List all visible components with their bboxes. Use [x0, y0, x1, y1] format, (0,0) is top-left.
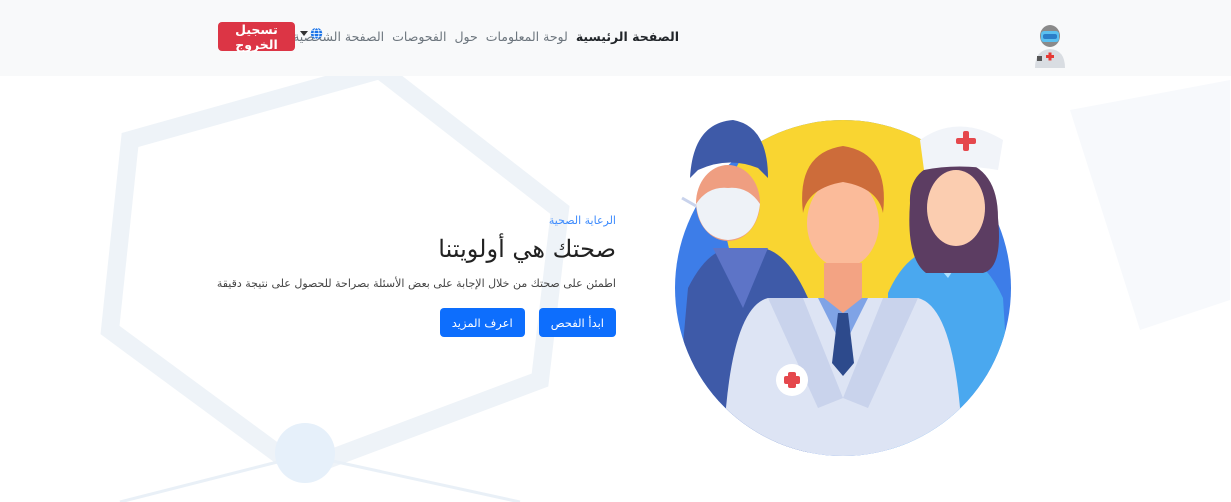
- hero-actions: ابدأ الفحص اعرف المزيد: [217, 308, 616, 337]
- start-test-button[interactable]: ابدأ الفحص: [538, 308, 616, 337]
- medical-staff-illustration: [668, 108, 1018, 458]
- nav-link-about[interactable]: حول: [450, 29, 481, 44]
- logout-button[interactable]: تسجيل الخروج: [218, 22, 295, 52]
- hero-headline: صحتك هي أولويتنا: [438, 235, 616, 263]
- nav-link-dashboard[interactable]: لوحة المعلومات: [482, 29, 572, 44]
- language-dropdown[interactable]: [300, 27, 323, 40]
- learn-more-button[interactable]: اعرف المزيد: [439, 308, 525, 337]
- navbar: الصفحة الرئيسية لوحة المعلومات حول الفحو…: [0, 0, 1231, 76]
- nav-links: الصفحة الرئيسية لوحة المعلومات حول الفحو…: [289, 29, 683, 44]
- globe-icon: [310, 27, 323, 40]
- nav-link-tests[interactable]: الفحوصات: [388, 29, 450, 44]
- hero-section: الرعاية الصحية صحتك هي أولويتنا اطمئن عل…: [217, 214, 616, 337]
- caret-down-icon: [300, 31, 308, 36]
- hero-eyebrow: الرعاية الصحية: [548, 214, 616, 227]
- hero-subtitle: اطمئن على صحتك من خلال الإجابة على بعض ا…: [216, 277, 616, 290]
- robot-doctor-icon[interactable]: [1030, 22, 1070, 68]
- nav-link-home[interactable]: الصفحة الرئيسية: [572, 29, 683, 44]
